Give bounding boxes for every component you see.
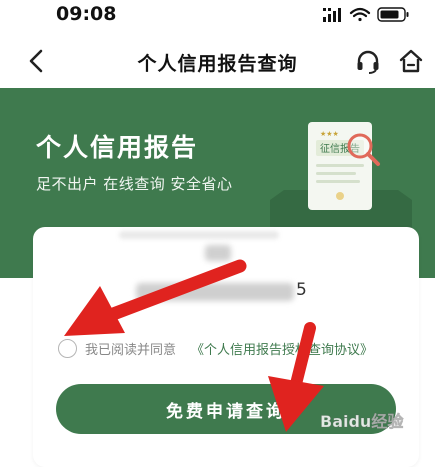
agreement-radio[interactable]	[58, 339, 77, 358]
status-bar: 09:08	[0, 0, 435, 34]
redacted-name	[205, 245, 231, 261]
agreement-prefix: 我已阅读并同意	[85, 343, 177, 358]
id-number-tail: 5	[296, 280, 307, 300]
signal-icon	[323, 8, 341, 22]
banner-title: 个人信用报告	[36, 133, 199, 162]
svg-text:★★★: ★★★	[320, 130, 339, 138]
banner-subtitle: 足不出户 在线查询 安全省心	[36, 175, 233, 193]
headset-icon[interactable]	[355, 49, 381, 75]
battery-icon	[377, 7, 409, 22]
wifi-icon	[349, 7, 371, 22]
status-time: 09:08	[56, 3, 117, 25]
redacted-id-number	[136, 283, 294, 301]
nav-bar: 个人信用报告查询	[0, 34, 435, 88]
watermark-text: Baidu经验	[320, 412, 404, 431]
status-icons	[323, 7, 409, 22]
home-icon[interactable]	[398, 48, 424, 74]
baidu-jingyan-watermark: Baidu经验	[320, 412, 405, 432]
redacted-line	[119, 231, 279, 239]
agreement-link[interactable]: 《个人信用报告授权查询协议》	[191, 339, 373, 358]
